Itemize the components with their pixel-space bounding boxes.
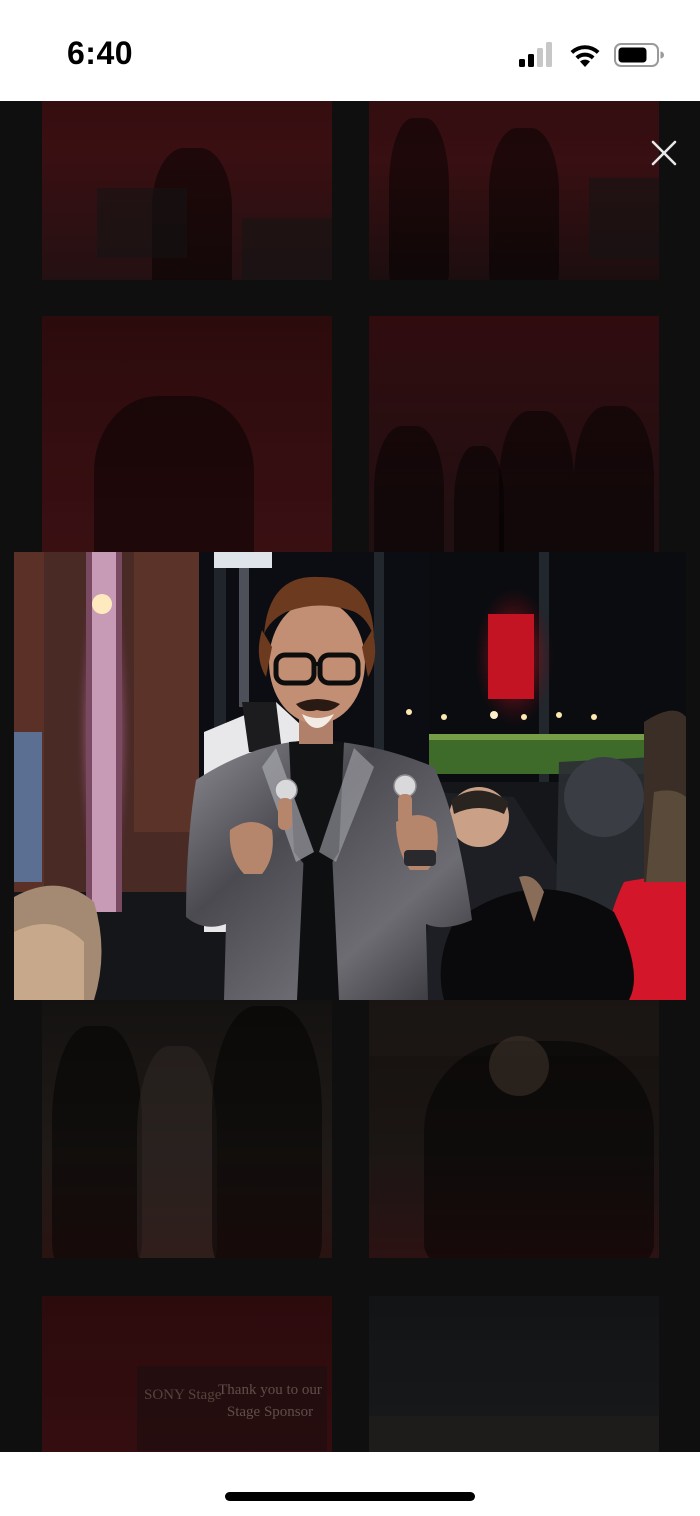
enlarged-photo[interactable] bbox=[14, 552, 686, 1000]
gallery-thumbnail[interactable] bbox=[42, 101, 332, 280]
gallery-thumbnail[interactable]: SONY Stage Thank you to our Stage Sponso… bbox=[42, 1296, 332, 1452]
photo-scene bbox=[14, 552, 686, 1000]
cellular-signal-icon bbox=[519, 42, 552, 67]
gallery-thumbnail[interactable] bbox=[369, 1296, 659, 1452]
status-icons bbox=[518, 40, 664, 70]
wifi-icon bbox=[570, 45, 600, 67]
status-bar: 6:40 bbox=[0, 0, 700, 101]
sponsor-thank-you-text: Thank you to our Stage Sponsor bbox=[218, 1382, 322, 1420]
home-bar-area bbox=[0, 1452, 700, 1516]
close-button[interactable] bbox=[642, 131, 686, 175]
photo-viewer: SONY Stage Thank you to our Stage Sponso… bbox=[0, 101, 700, 1452]
gallery-thumbnail[interactable] bbox=[42, 996, 332, 1258]
gallery-thumbnail[interactable] bbox=[369, 316, 659, 578]
status-time: 6:40 bbox=[67, 35, 134, 71]
home-indicator[interactable] bbox=[225, 1492, 475, 1501]
gallery-thumbnail[interactable] bbox=[369, 101, 659, 280]
gallery-thumbnail[interactable] bbox=[42, 316, 332, 578]
close-icon bbox=[651, 140, 677, 166]
gallery-thumbnail[interactable] bbox=[369, 996, 659, 1258]
battery-icon bbox=[614, 43, 664, 67]
